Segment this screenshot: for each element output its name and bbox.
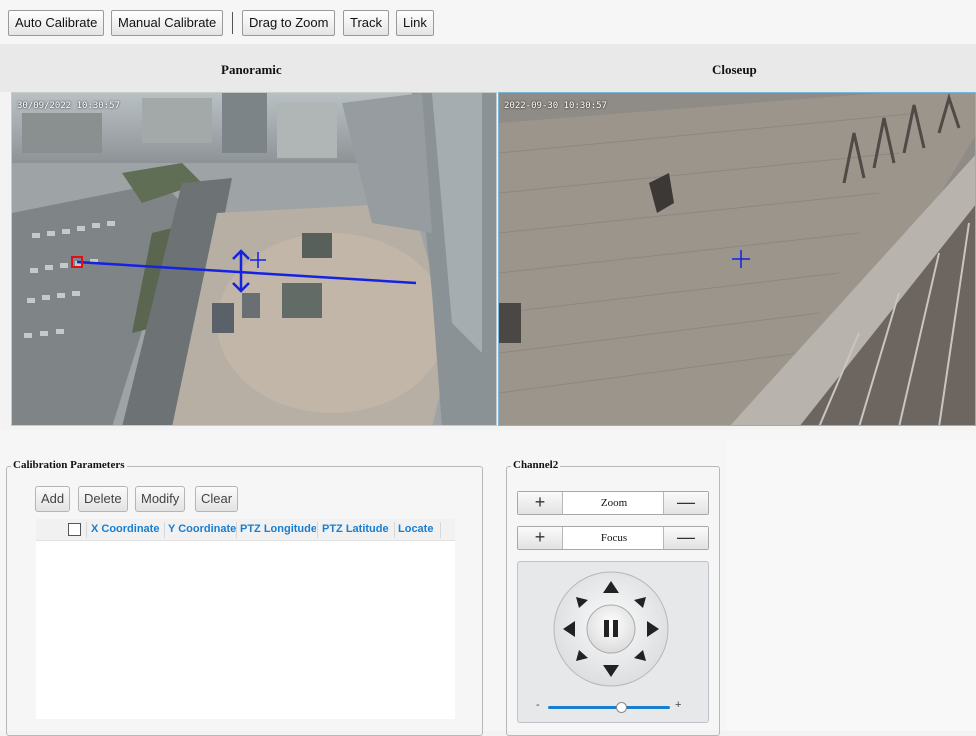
column-ptz-longitude[interactable]: PTZ Longitude [240, 523, 316, 535]
empty-region [727, 440, 976, 731]
closeup-scene [499, 93, 975, 425]
speed-max-label: + [675, 699, 682, 711]
column-y-coordinate[interactable]: Y Coordinate [168, 523, 236, 535]
delete-button[interactable]: Delete [78, 486, 128, 512]
zoom-label: Zoom [600, 497, 628, 509]
zoom-control: + Zoom — [517, 491, 709, 515]
column-x-coordinate[interactable]: X Coordinate [91, 523, 165, 535]
focus-control: + Focus — [517, 526, 709, 550]
toolbar: Auto Calibrate Manual Calibrate Drag to … [0, 0, 976, 44]
clear-button[interactable]: Clear [195, 486, 239, 512]
zoom-in-button[interactable]: + [518, 492, 563, 514]
zoom-out-button[interactable]: — [663, 492, 708, 514]
speed-knob[interactable] [616, 702, 628, 713]
toolbar-divider [232, 12, 233, 34]
calibration-table: X Coordinate Y Coordinate PTZ Longitude … [36, 519, 455, 719]
track-button[interactable]: Track [343, 10, 390, 36]
view-header-bar: Panoramic Closeup [0, 44, 976, 92]
panoramic-title: Panoramic [221, 62, 282, 77]
focus-near-button[interactable]: + [518, 527, 563, 549]
column-ptz-latitude[interactable]: PTZ Latitude [322, 523, 394, 535]
channel-legend: Channel2 [511, 459, 561, 471]
focus-label: Focus [600, 532, 628, 544]
panoramic-video-view[interactable]: 30/09/2022 10:30:57 [11, 92, 497, 426]
closeup-title: Closeup [712, 62, 757, 77]
drag-to-zoom-button[interactable]: Drag to Zoom [242, 10, 336, 36]
speed-min-label: - [536, 699, 540, 711]
table-header: X Coordinate Y Coordinate PTZ Longitude … [36, 519, 455, 541]
panoramic-timestamp: 30/09/2022 10:30:57 [17, 101, 120, 111]
manual-calibrate-button[interactable]: Manual Calibrate [111, 10, 224, 36]
modify-button[interactable]: Modify [135, 486, 186, 512]
select-all-checkbox[interactable] [68, 523, 81, 536]
speed-track[interactable] [548, 706, 670, 709]
closeup-video-view[interactable]: 2022-09-30 10:30:57 [498, 92, 976, 426]
ptz-center-circle [586, 604, 636, 654]
calibration-parameters-legend: Calibration Parameters [11, 459, 127, 471]
panoramic-scene [12, 93, 496, 425]
closeup-timestamp: 2022-09-30 10:30:57 [504, 101, 607, 111]
link-button[interactable]: Link [396, 10, 434, 36]
column-locate[interactable]: Locate [398, 523, 438, 535]
add-button[interactable]: Add [35, 486, 71, 512]
focus-far-button[interactable]: — [663, 527, 708, 549]
ptz-speed-slider[interactable]: - + [536, 699, 686, 714]
auto-calibrate-button[interactable]: Auto Calibrate [8, 10, 105, 36]
